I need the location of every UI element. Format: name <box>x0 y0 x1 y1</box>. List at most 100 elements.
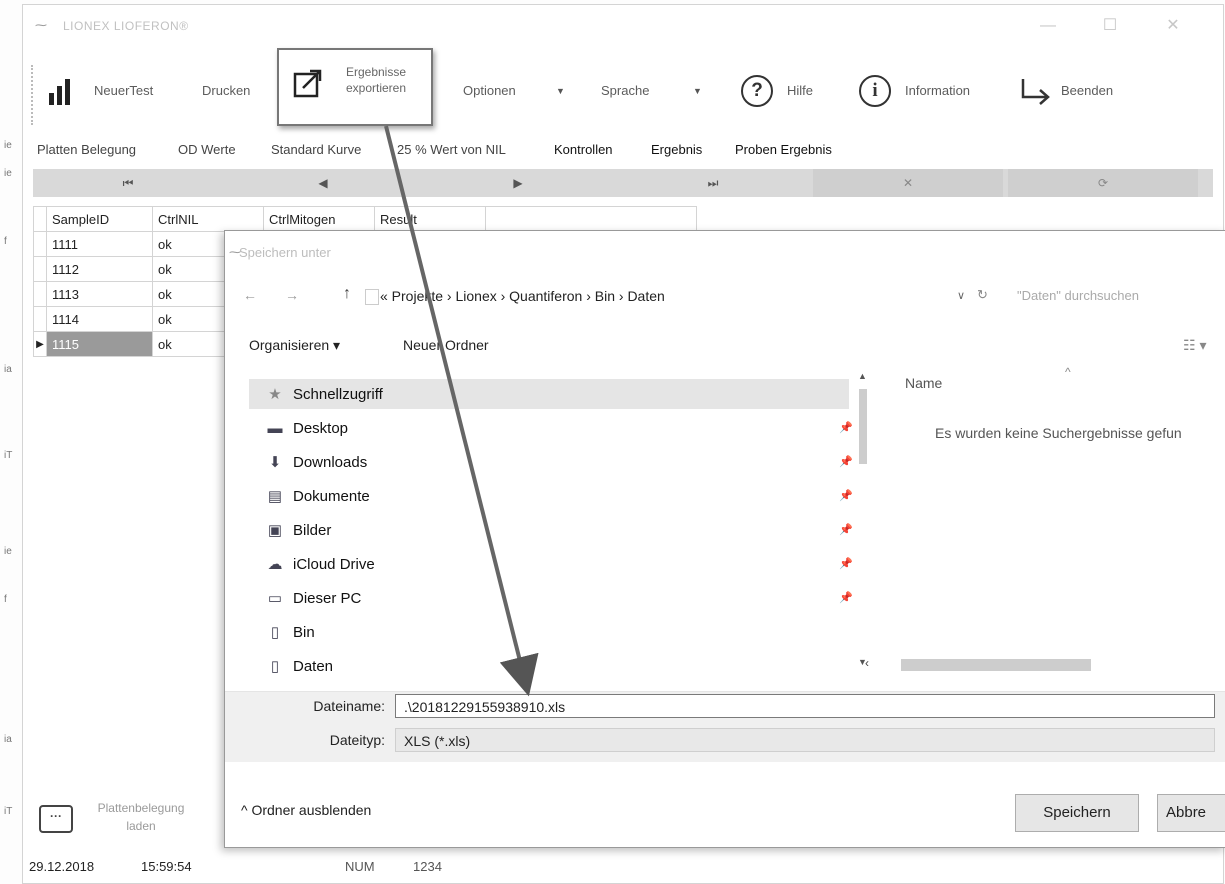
help-button[interactable]: Hilfe <box>787 83 813 98</box>
tab-standard-curve[interactable]: Standard Kurve <box>271 142 361 157</box>
nav-downloads[interactable]: ⬇ Downloads <box>265 449 368 477</box>
new-test-button[interactable]: NeuerTest <box>94 83 153 98</box>
up-arrow-icon[interactable]: ↑ <box>343 285 351 303</box>
export-icon <box>293 69 322 98</box>
path-dropdown-icon[interactable]: ∨ <box>957 289 965 302</box>
cancel-button[interactable]: Abbre <box>1157 794 1225 832</box>
new-folder-button[interactable]: Neuer Ordner <box>403 337 489 353</box>
nav-pictures[interactable]: ▣ Bilder <box>265 517 331 545</box>
cell-sampleid[interactable]: 1115 <box>46 331 153 357</box>
nav-documents[interactable]: ▤ Dokumente <box>265 483 370 511</box>
hide-folders-toggle[interactable]: ^ Ordner ausblenden <box>241 802 371 818</box>
forward-arrow-icon[interactable]: → <box>285 287 299 303</box>
nav-this-pc[interactable]: ▭ Dieser PC <box>265 585 361 613</box>
minimize-button[interactable]: — <box>1033 13 1063 39</box>
column-header-ctrlnil[interactable]: CtrlNIL <box>152 206 264 232</box>
cell-sampleid[interactable]: 1113 <box>46 281 153 307</box>
export-results-label: Ergebnisse exportieren <box>345 65 407 95</box>
info-icon[interactable]: i <box>859 75 891 107</box>
row-header[interactable] <box>33 231 47 257</box>
column-header-ctrlmitogen[interactable]: CtrlMitogen <box>263 206 375 232</box>
previous-record-button[interactable]: ◀ <box>228 169 418 197</box>
pin-icon[interactable]: 📌 <box>839 421 853 434</box>
load-plate-button[interactable]: ··· Plattenbelegung laden <box>31 795 216 855</box>
cell-sampleid[interactable]: 1114 <box>46 306 153 332</box>
grid-corner <box>33 206 47 232</box>
options-button[interactable]: Optionen <box>463 83 516 98</box>
status-num: NUM <box>345 859 375 874</box>
breadcrumb[interactable]: « Projekte › Lionex › Quantiferon › Bin … <box>380 288 665 304</box>
information-button[interactable]: Information <box>905 83 970 98</box>
toolbar: NeuerTest Drucken ▼ Optionen ▼ Sprache ▼… <box>23 55 1223 135</box>
delete-record-button[interactable]: ✕ <box>813 169 1003 197</box>
pin-icon[interactable]: 📌 <box>839 591 853 604</box>
last-record-button[interactable]: ⏭ <box>618 169 808 197</box>
export-results-button[interactable]: Ergebnisse exportieren <box>277 48 433 126</box>
name-column-header[interactable]: Name <box>905 375 942 391</box>
language-dropdown-icon[interactable]: ▼ <box>693 86 702 96</box>
horizontal-scrollbar[interactable]: ‹ <box>865 656 1225 674</box>
status-date: 29.12.2018 <box>29 859 95 874</box>
edge-fragment: ia <box>4 364 12 375</box>
nav-quick-access[interactable]: ★ Schnellzugriff <box>265 381 383 409</box>
exit-button[interactable]: Beenden <box>1061 83 1113 98</box>
pin-icon[interactable]: 📌 <box>839 489 853 502</box>
language-button[interactable]: Sprache <box>601 83 649 98</box>
nav-scrollbar[interactable]: ▲ ▼ <box>856 371 870 669</box>
back-arrow-icon[interactable]: ← <box>243 287 257 303</box>
scrollbar-thumb[interactable] <box>859 389 867 464</box>
close-button[interactable]: ✕ <box>1158 13 1188 39</box>
column-header-result[interactable]: Result <box>374 206 486 232</box>
record-navigator: ⏮ ◀ ▶ ⏭ ✕ ⟳ <box>33 169 1213 197</box>
filename-label: Dateiname: <box>313 698 385 714</box>
cell-sampleid[interactable]: 1111 <box>46 231 153 257</box>
tab-plate-layout[interactable]: Platten Belegung <box>37 142 136 157</box>
print-button[interactable]: Drucken <box>202 83 250 98</box>
pin-icon[interactable]: 📌 <box>839 523 853 536</box>
status-bar: 29.12.2018 15:59:54 NUM 1234 <box>23 853 1223 881</box>
current-row-marker-icon[interactable]: ▶ <box>33 331 47 357</box>
tab-nil-value[interactable]: 25 % Wert von NIL <box>397 142 506 157</box>
exit-arrow-icon[interactable] <box>1019 77 1053 107</box>
refresh-path-icon[interactable]: ↻ <box>977 287 988 303</box>
hscroll-thumb[interactable] <box>901 659 1091 671</box>
first-record-button[interactable]: ⏮ <box>33 169 223 197</box>
organize-button[interactable]: Organisieren ▾ <box>249 337 340 354</box>
nav-data[interactable]: ▯ Daten <box>265 653 333 675</box>
edge-fragment: ie <box>4 168 12 179</box>
tab-od-values[interactable]: OD Werte <box>178 142 236 157</box>
scroll-up-icon[interactable]: ▲ <box>858 371 867 381</box>
row-header[interactable] <box>33 281 47 307</box>
tab-sample-result[interactable]: Proben Ergebnis <box>735 142 832 157</box>
dialog-command-bar: Organisieren ▾ Neuer Ordner ☷ ▾ <box>225 331 1225 361</box>
nav-desktop[interactable]: ▬ Desktop <box>265 415 349 443</box>
nav-icloud[interactable]: ☁ iCloud Drive <box>265 551 375 579</box>
pin-icon[interactable]: 📌 <box>839 455 853 468</box>
nav-label: Schnellzugriff <box>293 386 383 403</box>
row-header[interactable] <box>33 306 47 332</box>
dialog-title: Speichern unter <box>239 245 331 260</box>
status-time: 15:59:54 <box>141 859 192 874</box>
column-header-sampleid[interactable]: SampleID <box>46 206 153 232</box>
filename-input[interactable]: .\20181229155938910.xls <box>395 694 1215 718</box>
help-icon[interactable]: ? <box>741 75 773 107</box>
maximize-button[interactable]: ☐ <box>1095 13 1125 39</box>
row-header[interactable] <box>33 256 47 282</box>
tab-result[interactable]: Ergebnis <box>651 142 702 157</box>
refresh-button[interactable]: ⟳ <box>1008 169 1198 197</box>
edge-fragment: iT <box>4 450 13 461</box>
bar-chart-icon[interactable] <box>47 77 77 105</box>
next-record-button[interactable]: ▶ <box>423 169 613 197</box>
tab-controls[interactable]: Kontrollen <box>554 142 613 157</box>
star-icon: ★ <box>268 386 282 403</box>
search-input[interactable]: "Daten" durchsuchen <box>1003 281 1217 311</box>
scroll-left-icon[interactable]: ‹ <box>865 656 869 670</box>
nav-bin[interactable]: ▯ Bin <box>265 619 315 647</box>
options-dropdown-icon[interactable]: ▼ <box>556 86 565 96</box>
filetype-select[interactable]: XLS (*.xls) <box>395 728 1215 752</box>
title-bar: ⁓ LIONEX LIOFERON® — ☐ ✕ <box>23 5 1223 45</box>
save-button[interactable]: Speichern <box>1015 794 1139 832</box>
view-options-icon[interactable]: ☷ ▾ <box>1183 337 1206 354</box>
pin-icon[interactable]: 📌 <box>839 557 853 570</box>
cell-sampleid[interactable]: 1112 <box>46 256 153 282</box>
